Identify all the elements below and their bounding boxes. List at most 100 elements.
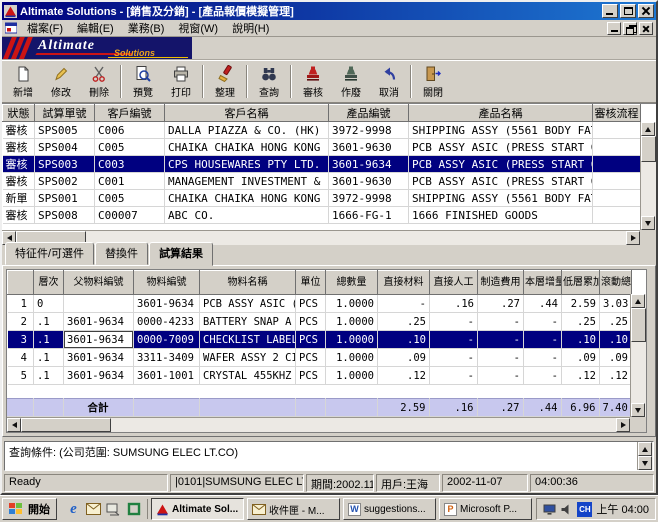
channels-icon[interactable] bbox=[125, 501, 142, 518]
scroll-right-button[interactable] bbox=[626, 231, 640, 245]
tab-trial-result[interactable]: 試算結果 bbox=[149, 242, 213, 266]
scroll-left-button[interactable] bbox=[7, 418, 21, 432]
tab-feature-optional[interactable]: 特征件/可選件 bbox=[5, 242, 94, 265]
menu-business[interactable]: 業務(B) bbox=[121, 19, 172, 37]
table-cell: C003 bbox=[95, 156, 165, 173]
quote-row[interactable]: 審核SPS004C005CHAIKA CHAIKA HONG KONG3601-… bbox=[3, 139, 641, 156]
column-header-parent-material[interactable]: 父物料編號 bbox=[64, 271, 134, 295]
internet-explorer-icon[interactable]: e bbox=[65, 501, 82, 518]
table-cell: DALLA PIAZZA & CO. (HK) bbox=[165, 122, 329, 139]
column-header-material-no[interactable]: 物料編號 bbox=[134, 271, 200, 295]
taskbar-app-word[interactable]: W suggestions... bbox=[343, 498, 436, 520]
table-cell: 1666-FG-1 bbox=[329, 207, 409, 224]
mdi-close-button[interactable] bbox=[639, 22, 653, 35]
scissors-icon bbox=[90, 65, 108, 83]
scroll-up-button[interactable] bbox=[638, 442, 652, 456]
cancel-button[interactable]: 取消 bbox=[370, 62, 408, 101]
query-button[interactable]: 查詢 bbox=[250, 62, 288, 101]
menu-file[interactable]: 檔案(F) bbox=[20, 19, 70, 37]
column-header-layer-incr-cost[interactable]: 本層增量成本 bbox=[524, 271, 562, 295]
cleanup-button[interactable]: 整理 bbox=[206, 62, 244, 101]
scrollbar-thumb[interactable] bbox=[631, 308, 646, 342]
column-header-total-qty[interactable]: 總數量 bbox=[326, 271, 378, 295]
table-cell: 3601-9634 bbox=[64, 349, 134, 367]
column-header-direct-labor[interactable]: 直接人工 bbox=[430, 271, 478, 295]
bom-row[interactable]: 103601-9634PCB ASSY ASIC (P1PCS1.0000-.1… bbox=[8, 295, 632, 313]
column-header-mfg-cost[interactable]: 制造費用 bbox=[478, 271, 524, 295]
minimize-button[interactable] bbox=[602, 4, 618, 18]
taskbar-app-label: Altimate Sol... bbox=[172, 504, 238, 515]
mdi-restore-button[interactable] bbox=[623, 22, 637, 35]
column-header-trial-no[interactable]: 試算單號 bbox=[35, 105, 95, 122]
ime-indicator[interactable]: CH bbox=[577, 502, 592, 517]
column-header-level[interactable]: 層次 bbox=[34, 271, 64, 295]
column-header-unit[interactable]: 單位 bbox=[296, 271, 326, 295]
scroll-down-button[interactable] bbox=[641, 216, 655, 230]
menu-help[interactable]: 說明(H) bbox=[225, 19, 276, 37]
taskbar-app-powerpoint[interactable]: P Microsoft P... bbox=[439, 498, 532, 520]
quote-row[interactable]: 審核SPS002C001MANAGEMENT INVESTMENT &3601-… bbox=[3, 173, 641, 190]
scrollbar-track[interactable] bbox=[641, 136, 656, 216]
menu-window[interactable]: 視窗(W) bbox=[171, 19, 225, 37]
show-desktop-icon[interactable] bbox=[105, 501, 122, 518]
column-header-rolling-total-cost[interactable]: 滾動總成本 bbox=[600, 271, 632, 295]
column-header-audit-flow[interactable]: 審核流程 bbox=[593, 105, 641, 122]
table-cell bbox=[7, 399, 33, 417]
table-cell: .1 bbox=[34, 349, 64, 367]
taskbar-app-inbox[interactable]: 收件匣 - M... bbox=[247, 498, 340, 520]
scroll-up-button[interactable] bbox=[641, 122, 655, 136]
column-header-rownum[interactable] bbox=[8, 271, 34, 295]
scrollbar-thumb[interactable] bbox=[21, 418, 111, 432]
bom-horizontal-scrollbar[interactable] bbox=[7, 417, 630, 432]
toolbar-separator bbox=[120, 65, 122, 98]
close-button[interactable] bbox=[638, 4, 654, 18]
column-header-status[interactable]: 狀態 bbox=[3, 105, 35, 122]
preview-button[interactable]: 預覽 bbox=[124, 62, 162, 101]
column-header-customer-no[interactable]: 客戶編號 bbox=[95, 105, 165, 122]
bom-row[interactable]: 4.13601-96343311-3409WAFER ASSY 2 CIRPCS… bbox=[8, 349, 632, 367]
column-header-customer-name[interactable]: 客戶名稱 bbox=[165, 105, 329, 122]
tab-replacement[interactable]: 替換件 bbox=[95, 242, 148, 265]
tray-monitor-icon[interactable] bbox=[543, 503, 556, 516]
menu-edit[interactable]: 編輯(E) bbox=[70, 19, 121, 37]
print-button[interactable]: 打印 bbox=[162, 62, 200, 101]
quote-row[interactable]: 新單SPS001C005CHAIKA CHAIKA HONG KONG3972-… bbox=[3, 190, 641, 207]
query-vertical-scrollbar[interactable] bbox=[637, 442, 653, 470]
scrollbar-track[interactable] bbox=[21, 418, 616, 432]
scrollbar-thumb[interactable] bbox=[641, 136, 656, 162]
column-header-product-no[interactable]: 產品編號 bbox=[329, 105, 409, 122]
approve-button[interactable]: 審核 bbox=[294, 62, 332, 101]
quote-row[interactable]: 審核SPS008C00007ABC CO.1666-FG-11666 FINIS… bbox=[3, 207, 641, 224]
bom-row[interactable]: 2.13601-96340000-4233BATTERY SNAP APCS1.… bbox=[8, 313, 632, 331]
mdi-minimize-button[interactable] bbox=[607, 22, 621, 35]
scroll-right-button[interactable] bbox=[616, 418, 630, 432]
toolbar-label: 關閉 bbox=[423, 84, 443, 99]
taskbar-app-altimate[interactable]: Altimate Sol... bbox=[151, 498, 244, 520]
outlook-express-icon[interactable] bbox=[85, 501, 102, 518]
table-cell: C005 bbox=[95, 190, 165, 207]
down-arrow-icon bbox=[645, 221, 651, 226]
maximize-button[interactable] bbox=[620, 4, 636, 18]
quote-vertical-scrollbar[interactable] bbox=[640, 122, 656, 230]
modify-button[interactable]: 修改 bbox=[42, 62, 80, 101]
column-header-material-name[interactable]: 物料名稱 bbox=[200, 271, 296, 295]
column-header-product-name[interactable]: 產品名稱 bbox=[409, 105, 593, 122]
scroll-down-button[interactable] bbox=[638, 456, 652, 470]
void-button[interactable]: 作廢 bbox=[332, 62, 370, 101]
bom-row[interactable]: 5.13601-96343601-1001CRYSTAL 455KHZPCS1.… bbox=[8, 367, 632, 385]
start-button[interactable]: 開始 bbox=[2, 498, 57, 520]
volume-icon[interactable] bbox=[560, 503, 573, 516]
bom-vertical-scrollbar[interactable] bbox=[630, 294, 646, 417]
query-criteria-box[interactable]: 查詢條件: (公司范圍: SUMSUNG ELEC LT.CO) bbox=[4, 441, 654, 471]
quote-row[interactable]: 審核SPS003C003CPS HOUSEWARES PTY LTD.3601-… bbox=[3, 156, 641, 173]
bom-row[interactable]: 3.13601-96340000-7009CHECKLIST LABEL(PCS… bbox=[8, 331, 632, 349]
delete-button[interactable]: 刪除 bbox=[80, 62, 118, 101]
column-header-direct-material[interactable]: 直接材料 bbox=[378, 271, 430, 295]
column-header-lower-accum-cost[interactable]: 低層累加成本 bbox=[562, 271, 600, 295]
new-button[interactable]: 新增 bbox=[4, 62, 42, 101]
scroll-down-button[interactable] bbox=[631, 403, 645, 417]
quote-row[interactable]: 審核SPS005C006DALLA PIAZZA & CO. (HK)3972-… bbox=[3, 122, 641, 139]
scrollbar-track[interactable] bbox=[631, 308, 646, 403]
scroll-up-button[interactable] bbox=[631, 294, 645, 308]
close-window-button[interactable]: 關閉 bbox=[414, 62, 452, 101]
